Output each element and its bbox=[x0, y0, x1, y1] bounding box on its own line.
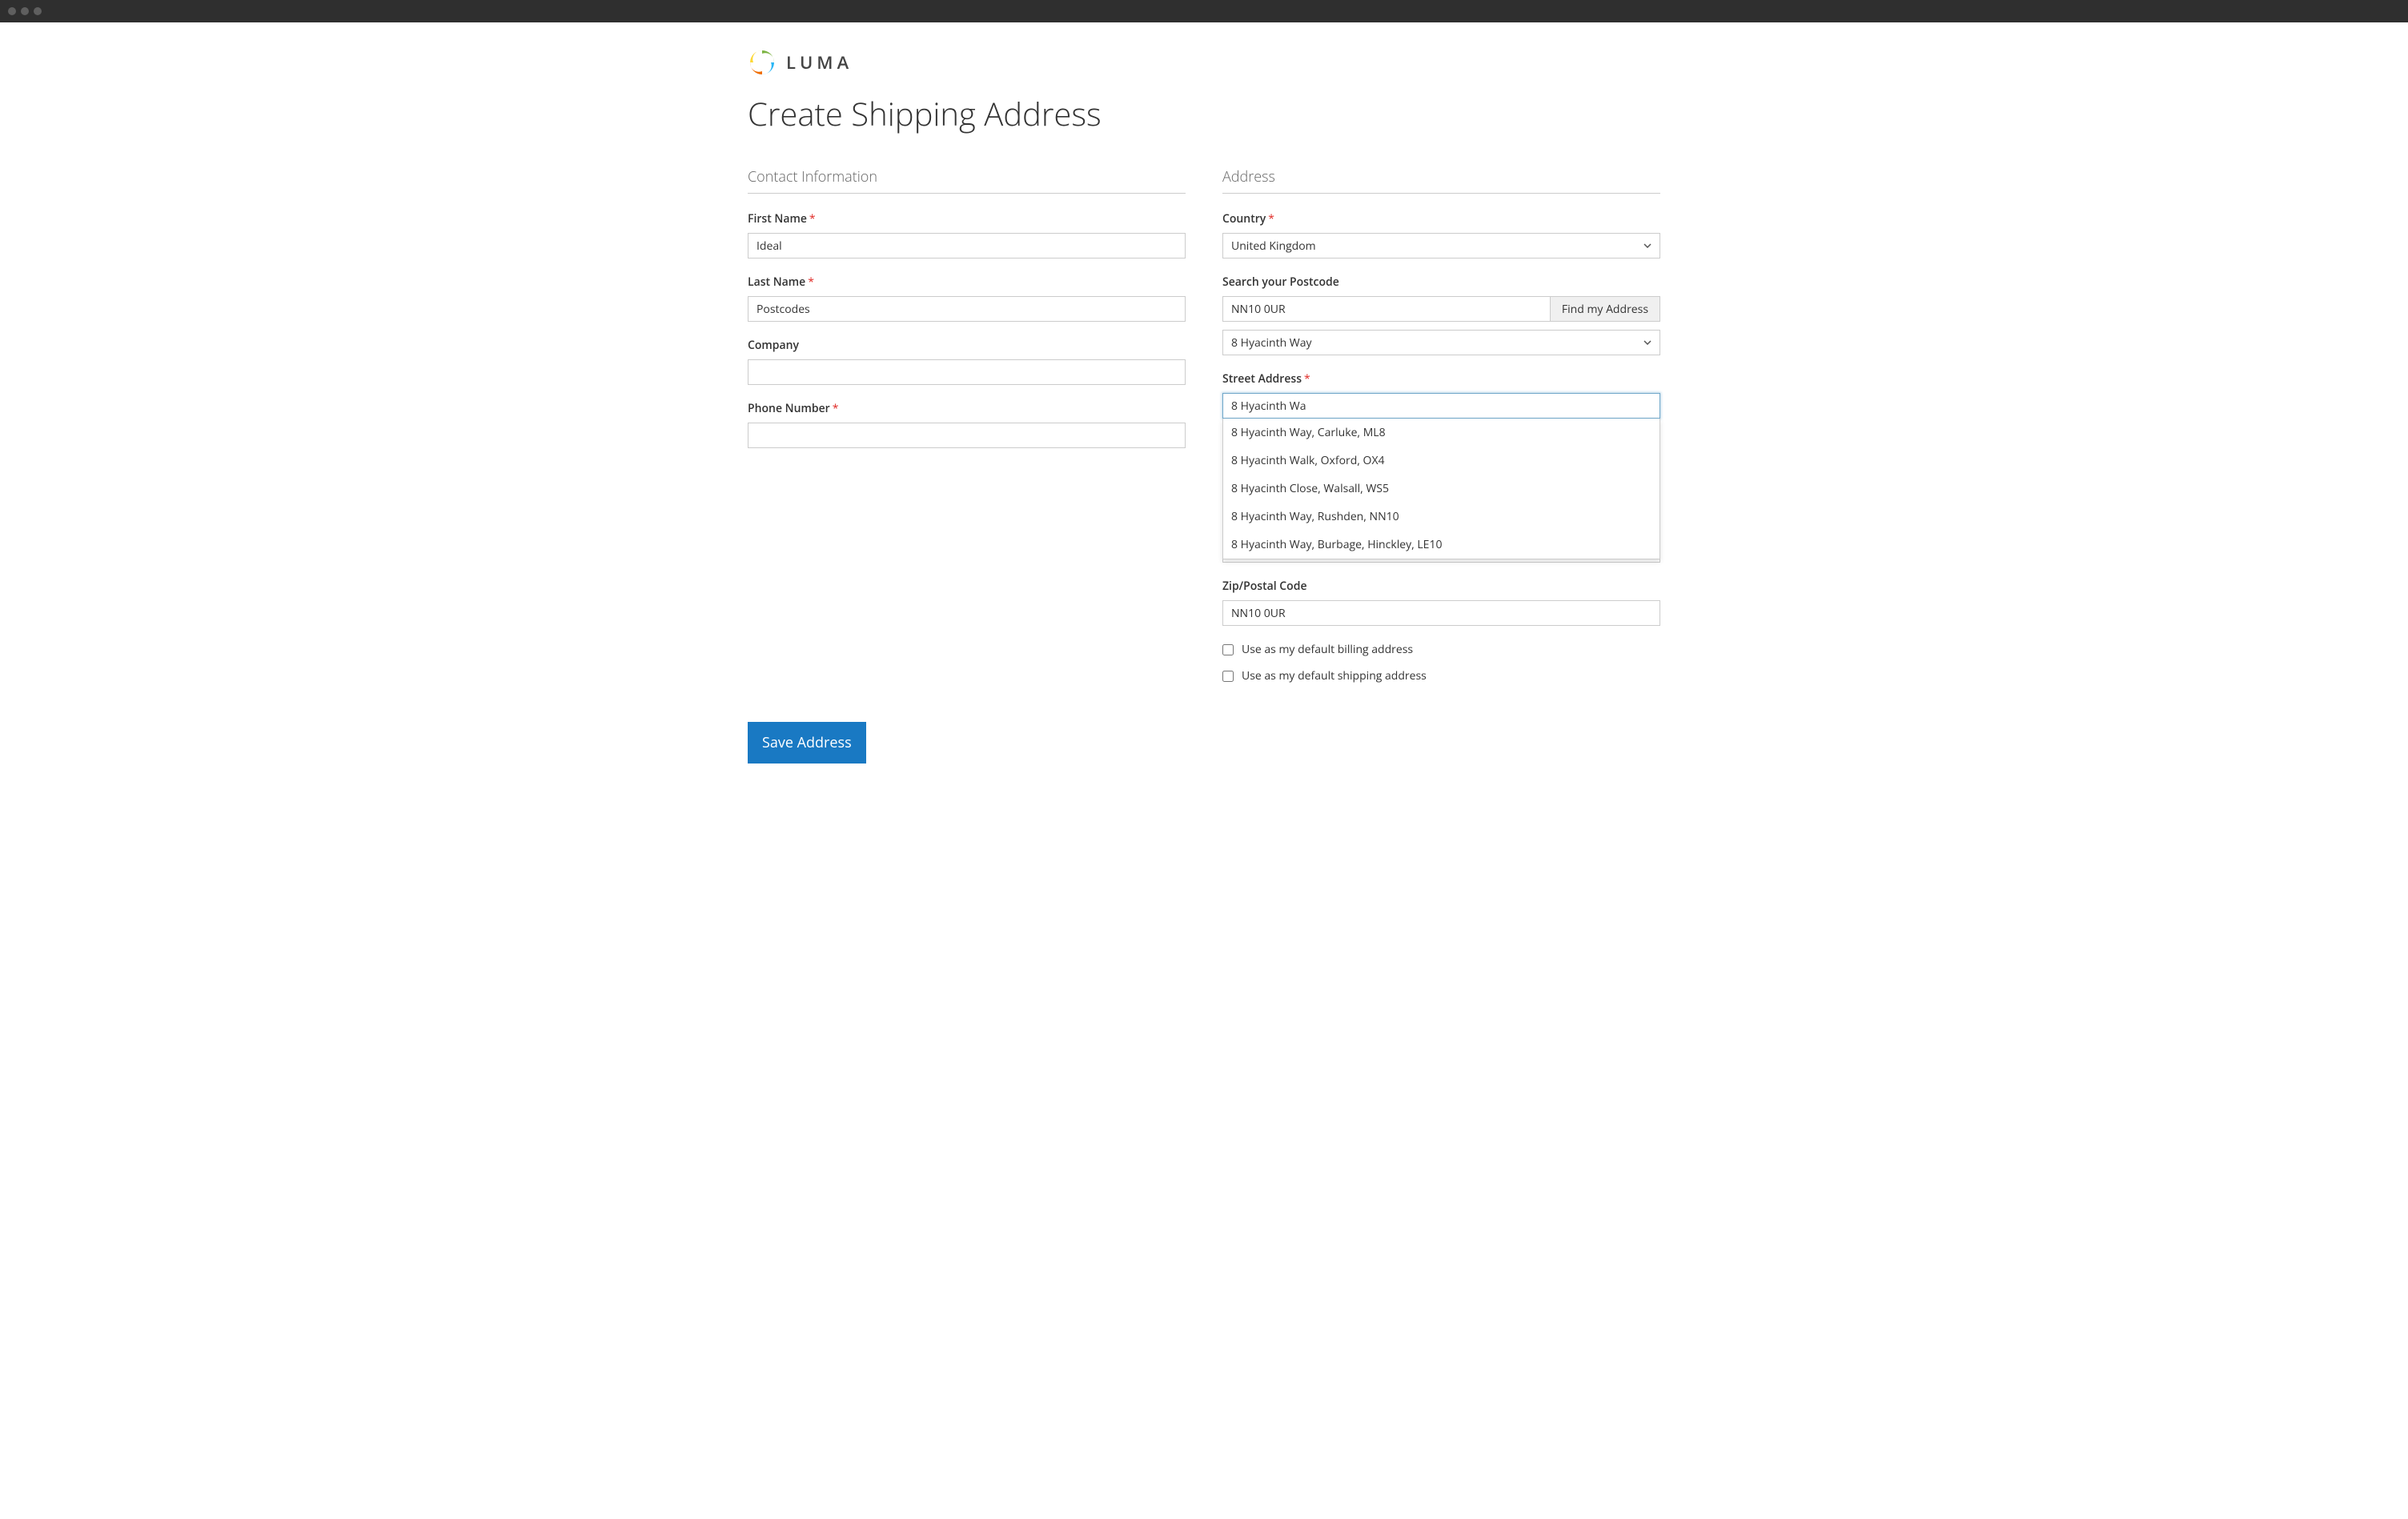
company-input[interactable] bbox=[748, 359, 1186, 385]
chevron-down-icon bbox=[1643, 243, 1651, 248]
window-dot-close[interactable] bbox=[8, 7, 16, 15]
autocomplete-item[interactable]: 8 Hyacinth Close, Walsall, WS5 bbox=[1223, 475, 1660, 503]
label-search-postcode: Search your Postcode bbox=[1222, 275, 1660, 290]
label-company: Company bbox=[748, 338, 1186, 353]
section-title-address: Address bbox=[1222, 167, 1660, 194]
phone-input[interactable] bbox=[748, 423, 1186, 448]
label-default-shipping[interactable]: Use as my default shipping address bbox=[1242, 668, 1427, 683]
brand-name: LUMA bbox=[786, 50, 853, 74]
window-dot-min[interactable] bbox=[21, 7, 29, 15]
window-titlebar bbox=[0, 0, 2408, 22]
first-name-input[interactable] bbox=[748, 233, 1186, 259]
autocomplete-item[interactable]: 8 Hyacinth Walk, Oxford, OX4 bbox=[1223, 447, 1660, 475]
label-last-name: Last Name* bbox=[748, 275, 1186, 290]
found-address-selected-value: 8 Hyacinth Way bbox=[1231, 335, 1312, 351]
label-phone: Phone Number* bbox=[748, 401, 1186, 416]
postcode-search-input[interactable] bbox=[1222, 296, 1550, 322]
section-title-contact: Contact Information bbox=[748, 167, 1186, 194]
chevron-down-icon bbox=[1643, 340, 1651, 345]
luma-logo-icon bbox=[748, 48, 777, 77]
autocomplete-item[interactable]: 8 Hyacinth Way, Burbage, Hinckley, LE10 bbox=[1223, 531, 1660, 559]
last-name-input[interactable] bbox=[748, 296, 1186, 322]
country-selected-value: United Kingdom bbox=[1231, 238, 1316, 254]
page-title: Create Shipping Address bbox=[748, 91, 1660, 135]
label-country: Country* bbox=[1222, 211, 1660, 226]
default-billing-checkbox[interactable] bbox=[1222, 644, 1234, 655]
autocomplete-item[interactable]: 8 Hyacinth Way, Carluke, ML8 bbox=[1223, 419, 1660, 447]
label-first-name: First Name* bbox=[748, 211, 1186, 226]
label-zip: Zip/Postal Code bbox=[1222, 579, 1660, 594]
street-address-input[interactable] bbox=[1222, 393, 1660, 419]
save-address-button[interactable]: Save Address bbox=[748, 722, 866, 764]
default-shipping-checkbox[interactable] bbox=[1222, 671, 1234, 682]
brand-logo: LUMA bbox=[748, 48, 1660, 77]
zip-input[interactable] bbox=[1222, 600, 1660, 626]
autocomplete-item[interactable]: 8 Hyacinth Way, Rushden, NN10 bbox=[1223, 503, 1660, 531]
autocomplete-dropdown: 8 Hyacinth Way, Carluke, ML8 8 Hyacinth … bbox=[1222, 419, 1660, 559]
country-select[interactable]: United Kingdom bbox=[1222, 233, 1660, 259]
window-dot-max[interactable] bbox=[34, 7, 42, 15]
found-address-select[interactable]: 8 Hyacinth Way bbox=[1222, 330, 1660, 355]
find-address-button[interactable]: Find my Address bbox=[1550, 296, 1660, 322]
label-default-billing[interactable]: Use as my default billing address bbox=[1242, 642, 1413, 657]
label-street-address: Street Address* bbox=[1222, 371, 1660, 387]
